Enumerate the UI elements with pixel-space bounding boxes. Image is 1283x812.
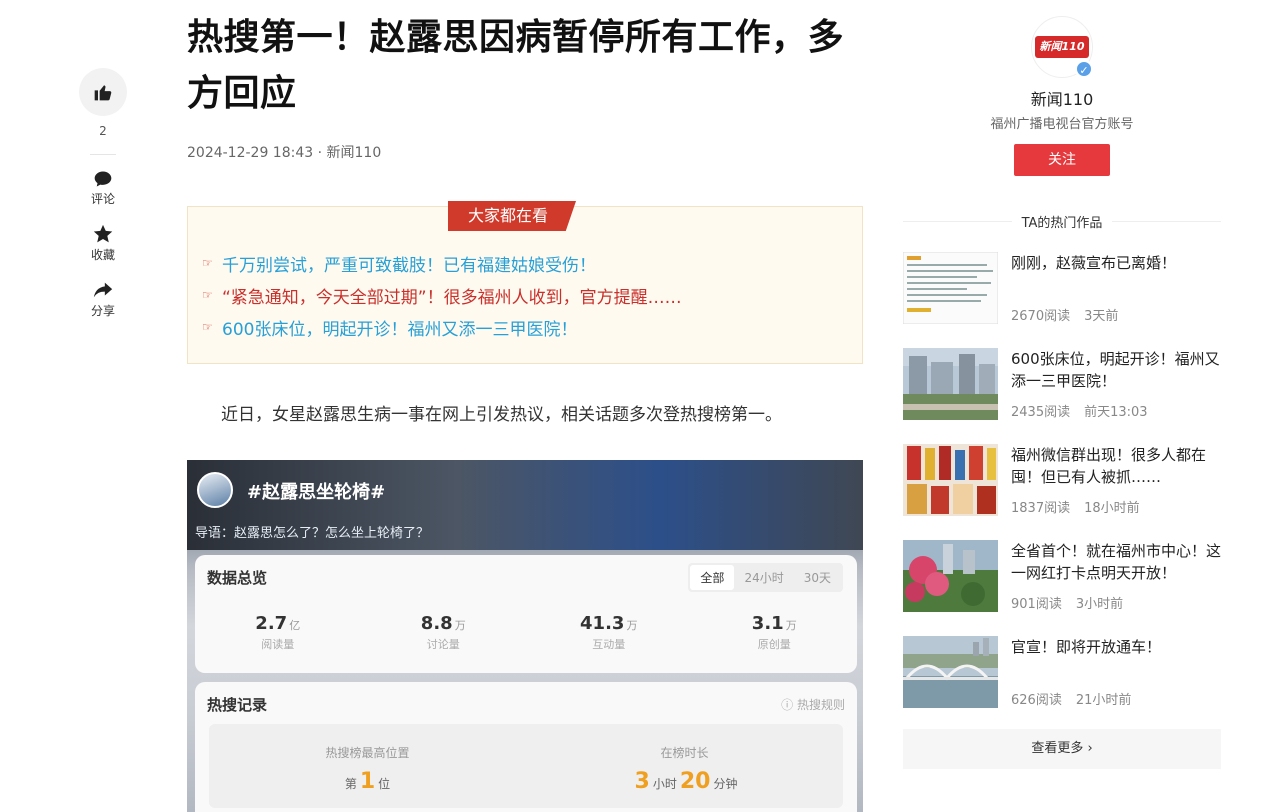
thumbs-up-icon bbox=[94, 85, 112, 101]
collect-button[interactable]: 收藏 bbox=[78, 223, 128, 263]
stat-value: 3.1 bbox=[751, 613, 784, 634]
work-title: 刚刚，赵薇宣布已离婚！ bbox=[1011, 254, 1177, 272]
rank-value: 第1位 bbox=[344, 769, 391, 794]
hospital-thumbnail bbox=[903, 348, 998, 420]
stat-value: 2.7 bbox=[255, 613, 288, 634]
follow-button[interactable]: 关注 bbox=[1014, 144, 1110, 176]
stat-value: 8.8 bbox=[420, 613, 453, 634]
trending-item[interactable]: ☞ 千万别尝试，严重可致截肢！已有福建姑娘受伤！ bbox=[202, 247, 682, 279]
work-item[interactable]: 全省首个！就在福州市中心！这一网红打卡点明天开放！ 901阅读 3小时前 bbox=[903, 540, 1221, 612]
work-title: 600张床位，明起开诊！福州又添一三甲医院！ bbox=[1011, 350, 1220, 390]
stat-reads: 2.7 亿 阅读量 bbox=[195, 613, 361, 652]
work-item[interactable]: 刚刚，赵薇宣布已离婚！ 2670阅读 3天前 bbox=[903, 252, 1221, 324]
divider bbox=[903, 221, 1012, 222]
tab-all: 全部 bbox=[690, 565, 735, 590]
works-heading-text: TA的热门作品 bbox=[1021, 216, 1103, 231]
article-meta: 2024-12-29 18:43 · 新闻110 bbox=[187, 145, 382, 161]
tab-24h: 24小时 bbox=[744, 571, 784, 585]
record-rank: 热搜榜最高位置 第1位 bbox=[209, 724, 526, 808]
bridge-thumbnail bbox=[903, 636, 998, 708]
stat-unit: 万 bbox=[785, 619, 797, 632]
collect-label: 收藏 bbox=[90, 248, 115, 262]
view-more-button[interactable]: 查看更多 › bbox=[903, 729, 1221, 769]
work-meta: 626阅读 21小时前 bbox=[1011, 693, 1132, 708]
stat-value: 41.3 bbox=[580, 613, 625, 634]
tab-30d: 30天 bbox=[803, 571, 831, 585]
work-item[interactable]: 600张床位，明起开诊！福州又添一三甲医院！ 2435阅读 前天13:03 bbox=[903, 348, 1221, 420]
pointing-hand-icon: ☞ bbox=[202, 320, 213, 334]
overview-title: 数据总览 bbox=[207, 569, 268, 587]
rule-link: ⓘ 热搜规则 bbox=[781, 698, 845, 712]
trending-item-text: 千万别尝试，严重可致截肢！已有福建姑娘受伤！ bbox=[222, 255, 596, 276]
work-item[interactable]: 福州微信群出现！很多人都在囤！但已有人被抓…… 1837阅读 18小时前 bbox=[903, 444, 1221, 516]
comment-icon bbox=[94, 171, 112, 187]
record-panel: 热搜榜最高位置 第1位 在榜时长 3 小时 20 分钟 bbox=[209, 724, 843, 808]
divider bbox=[1112, 221, 1222, 222]
comment-button[interactable]: 评论 bbox=[78, 169, 128, 207]
work-title: 福州微信群出现！很多人都在囤！但已有人被抓…… bbox=[1011, 446, 1207, 486]
share-label: 分享 bbox=[90, 304, 115, 318]
record-duration: 在榜时长 3 小时 20 分钟 bbox=[526, 724, 843, 808]
works-heading: TA的热门作品 bbox=[903, 212, 1222, 231]
article-title: 热搜第一！赵露思因病暂停所有工作，多方回应 bbox=[187, 17, 845, 114]
trending-item-text: “紧急通知，今天全部过期”！很多福州人收到，官方提醒…… bbox=[222, 287, 682, 308]
work-meta: 901阅读 3小时前 bbox=[1011, 597, 1124, 612]
trending-item[interactable]: ☞ “紧急通知，今天全部过期”！很多福州人收到，官方提醒…… bbox=[202, 279, 682, 311]
stat-label: 互动量 bbox=[592, 638, 626, 651]
share-button[interactable]: 分享 bbox=[78, 279, 128, 319]
fireworks-thumbnail bbox=[903, 444, 998, 516]
stat-interactions: 41.3 万 互动量 bbox=[526, 613, 692, 652]
trending-item[interactable]: ☞ 600张床位，明起开诊！福州又添一三甲医院！ bbox=[202, 311, 682, 343]
article-paragraph: 近日，女星赵露思生病一事在网上引发热议，相关话题多次登热搜榜第一。 bbox=[221, 405, 782, 425]
duration-value: 3 小时 20 分钟 bbox=[634, 769, 738, 794]
record-card: 热搜记录 ⓘ 热搜规则 热搜榜最高位置 第1位 在榜时长 3 小时 20 分钟 bbox=[195, 682, 857, 812]
author-name[interactable]: 新闻110 bbox=[903, 86, 1221, 110]
work-meta: 1837阅读 18小时前 bbox=[1011, 501, 1140, 516]
flowers-thumbnail bbox=[903, 540, 998, 612]
rank-label: 热搜榜最高位置 bbox=[325, 746, 410, 760]
stat-label: 讨论量 bbox=[426, 638, 460, 651]
image-topic: #赵露思坐轮椅# bbox=[247, 482, 386, 503]
stat-label: 原创量 bbox=[757, 638, 791, 651]
duration-label: 在榜时长 bbox=[660, 746, 709, 760]
like-count: 2 bbox=[99, 124, 107, 138]
work-meta: 2435阅读 前天13:03 bbox=[1011, 405, 1148, 420]
trending-list: ☞ 千万别尝试，严重可致截肢！已有福建姑娘受伤！ ☞ “紧急通知，今天全部过期”… bbox=[202, 247, 682, 343]
pointing-hand-icon: ☞ bbox=[202, 256, 213, 270]
stat-unit: 亿 bbox=[289, 619, 301, 632]
stat-original: 3.1 万 原创量 bbox=[692, 613, 858, 652]
stat-label: 阅读量 bbox=[261, 638, 295, 651]
work-title: 全省首个！就在福州市中心！这一网红打卡点明天开放！ bbox=[1011, 542, 1222, 582]
stat-unit: 万 bbox=[454, 619, 466, 632]
author-description: 福州广播电视台官方账号 bbox=[990, 117, 1134, 132]
overview-card: 数据总览 全部 24小时 30天 2.7 亿 阅读量 8.8 万 讨论量 41.3 万… bbox=[195, 555, 857, 673]
trending-box: 大家都在看 ☞ 千万别尝试，严重可致截肢！已有福建姑娘受伤！ ☞ “紧急通知，今… bbox=[187, 201, 868, 369]
like-button[interactable] bbox=[79, 68, 127, 116]
work-meta: 2670阅读 3天前 bbox=[1011, 309, 1119, 324]
time-range-tabs: 全部 24小时 30天 bbox=[688, 563, 843, 592]
trending-item-text: 600张床位，明起开诊！福州又添一三甲医院！ bbox=[222, 319, 578, 340]
pointing-hand-icon: ☞ bbox=[202, 288, 213, 302]
stat-unit: 万 bbox=[626, 619, 638, 632]
share-icon bbox=[93, 282, 113, 298]
trending-tag: 大家都在看 bbox=[448, 201, 577, 231]
image-guide: 导语：赵露思怎么了？怎么坐上轮椅了？ bbox=[195, 526, 430, 541]
logo-text: 新闻110 bbox=[1035, 36, 1089, 58]
document-thumbnail bbox=[903, 252, 998, 324]
article-image: #赵露思坐轮椅# 导语：赵露思怎么了？怎么坐上轮椅了？ 数据总览 全部 24小时… bbox=[187, 460, 863, 812]
record-title: 热搜记录 bbox=[207, 696, 268, 714]
article: 热搜第一！赵露思因病暂停所有工作，多方回应 2024-12-29 18:43 ·… bbox=[187, 0, 868, 812]
work-item[interactable]: 官宣！即将开放通车！ 626阅读 21小时前 bbox=[903, 636, 1221, 708]
action-bar: 2 评论 收藏 分享 bbox=[78, 68, 128, 335]
avatar bbox=[197, 472, 233, 508]
star-icon bbox=[93, 224, 113, 243]
stat-discussions: 8.8 万 讨论量 bbox=[361, 613, 527, 652]
stats-row: 2.7 亿 阅读量 8.8 万 讨论量 41.3 万 互动量 3.1 万 原创量 bbox=[195, 613, 857, 652]
verified-icon: ✓ bbox=[1075, 60, 1093, 78]
divider bbox=[90, 154, 116, 155]
comment-label: 评论 bbox=[90, 192, 115, 206]
work-title: 官宣！即将开放通车！ bbox=[1011, 638, 1162, 656]
